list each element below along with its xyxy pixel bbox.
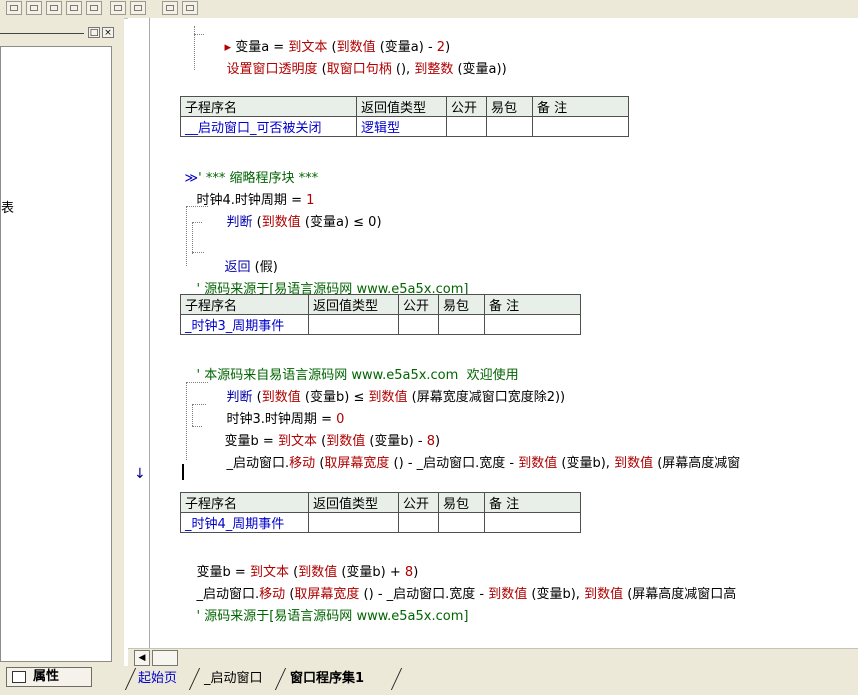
properties-icon — [12, 671, 26, 683]
scroll-left-button[interactable]: ◀ — [134, 650, 150, 666]
close-button[interactable]: × — [102, 27, 114, 38]
table-cell[interactable] — [438, 314, 485, 335]
flow-line — [192, 404, 193, 426]
panel-header: □ × — [0, 26, 118, 40]
table-header: 子程序名 — [180, 294, 309, 315]
table-header: 备 注 — [484, 294, 581, 315]
flow-line — [192, 222, 202, 223]
layout-icon[interactable] — [46, 1, 62, 15]
table-header: 备 注 — [484, 492, 581, 513]
text-cursor — [182, 464, 184, 480]
layout-icon[interactable] — [86, 1, 102, 15]
table-header: 公开 — [446, 96, 487, 117]
flow-line — [194, 26, 195, 70]
flow-line — [192, 222, 193, 254]
table-header: 易包 — [486, 96, 533, 117]
layout-icon[interactable] — [182, 1, 198, 15]
code-line[interactable]: 判断 (到数值 (变量a) ≤ 0) — [210, 199, 382, 247]
code-editor[interactable]: ▸ 变量a = 到文本 (到数值 (变量a) - 2) 设置窗口透明度 (取窗口… — [150, 18, 858, 648]
layout-icon[interactable] — [110, 1, 126, 15]
subroutine-table[interactable]: 子程序名 返回值类型 公开 易包 备 注 _时钟4_周期事件 — [180, 492, 581, 533]
panel-grip — [0, 33, 84, 34]
code-line[interactable]: ' 源码来源于[易语言源码网 www.e5a5x.com] — [180, 593, 469, 641]
flow-line — [186, 206, 187, 266]
tab-start-page[interactable]: 起始页 — [138, 668, 177, 690]
table-cell[interactable] — [398, 314, 439, 335]
code-line[interactable]: 设置窗口透明度 (取窗口句柄 (), 到整数 (变量a)) — [210, 46, 507, 94]
table-cell[interactable]: 逻辑型 — [356, 116, 447, 137]
restore-button[interactable]: □ — [88, 27, 100, 38]
layout-icon[interactable] — [66, 1, 82, 15]
code-line[interactable]: _启动窗口.移动 (取屏幕宽度 () - _启动窗口.宽度 - 到数值 (变量b… — [210, 440, 741, 488]
properties-tab-label: 属性 — [33, 669, 60, 684]
toolbar — [0, 0, 858, 19]
scroll-thumb[interactable] — [152, 650, 178, 666]
layout-icon[interactable] — [162, 1, 178, 15]
table-cell[interactable] — [446, 116, 487, 137]
list-item[interactable]: 表 — [1, 197, 14, 216]
table-cell[interactable] — [486, 116, 533, 137]
table-header: 公开 — [398, 492, 439, 513]
arrow-down-icon: ↓ — [134, 466, 146, 482]
subroutine-table[interactable]: 子程序名 返回值类型 公开 易包 备 注 __启动窗口_可否被关闭 逻辑型 — [180, 96, 629, 137]
object-list[interactable]: 表 — [0, 46, 112, 662]
editor-gutter: ↓ — [128, 18, 150, 648]
tab-window-assembly[interactable]: 窗口程序集1 — [290, 668, 364, 690]
table-cell[interactable]: _时钟3_周期事件 — [180, 314, 309, 335]
table-header: 子程序名 — [180, 96, 357, 117]
flow-line — [186, 382, 208, 383]
table-cell[interactable] — [484, 314, 581, 335]
flow-line — [194, 34, 204, 35]
tab-divider — [390, 668, 403, 690]
tab-divider — [274, 668, 287, 690]
table-header: 子程序名 — [180, 492, 309, 513]
table-cell[interactable] — [308, 314, 399, 335]
tab-divider — [124, 668, 137, 690]
subroutine-table[interactable]: 子程序名 返回值类型 公开 易包 备 注 _时钟3_周期事件 — [180, 294, 581, 335]
table-cell[interactable] — [438, 512, 485, 533]
flow-line — [192, 404, 206, 405]
layout-icon[interactable] — [6, 1, 22, 15]
tab-startup-window[interactable]: _启动窗口 — [204, 668, 263, 690]
properties-tab[interactable]: 属性 — [6, 667, 92, 687]
flow-line — [186, 206, 208, 207]
table-cell[interactable] — [532, 116, 629, 137]
flow-line — [192, 426, 202, 427]
layout-icon[interactable] — [26, 1, 42, 15]
table-header: 备 注 — [532, 96, 629, 117]
layout-icon[interactable] — [130, 1, 146, 15]
tab-divider — [188, 668, 201, 690]
table-header: 易包 — [438, 492, 485, 513]
flow-line — [186, 382, 187, 460]
table-header: 易包 — [438, 294, 485, 315]
table-cell[interactable]: _时钟4_周期事件 — [180, 512, 309, 533]
table-header: 返回值类型 — [308, 294, 399, 315]
table-cell[interactable] — [398, 512, 439, 533]
table-header: 公开 — [398, 294, 439, 315]
flow-line — [192, 252, 204, 253]
document-tabs: 起始页 _启动窗口 窗口程序集1 — [124, 666, 858, 695]
table-header: 返回值类型 — [356, 96, 447, 117]
left-panel: □ × 表 属性 — [0, 18, 124, 695]
table-cell[interactable]: __启动窗口_可否被关闭 — [180, 116, 357, 137]
table-cell[interactable] — [484, 512, 581, 533]
horizontal-scrollbar[interactable]: ◀ — [128, 648, 858, 667]
table-cell[interactable] — [308, 512, 399, 533]
table-header: 返回值类型 — [308, 492, 399, 513]
